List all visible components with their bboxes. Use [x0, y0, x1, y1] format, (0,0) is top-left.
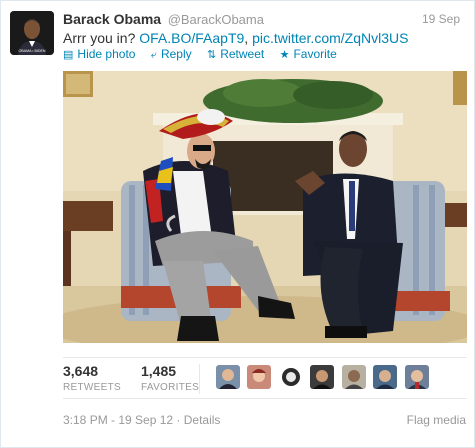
avatar[interactable]: OBAMA • BIDEN [10, 11, 54, 55]
retweeter-avatars [216, 365, 432, 389]
tweet-date[interactable]: 19 Sep [422, 12, 460, 26]
tweet-photo[interactable] [63, 71, 467, 343]
retweet-label: Retweet [220, 47, 265, 61]
hide-photo-label: Hide photo [77, 47, 136, 61]
author-name[interactable]: Barack Obama [63, 11, 161, 27]
favorite-label: Favorite [293, 47, 337, 61]
tweet-link-pic[interactable]: pic.twitter.com/ZqNvl3US [252, 30, 408, 46]
retweeter-avatar[interactable] [310, 365, 335, 389]
retweets-stat[interactable]: 3,648 RETWEETS [63, 363, 121, 393]
engagement-stats: 3,648 RETWEETS 1,485 FAVORITES [63, 357, 467, 399]
footer-separator: · [173, 413, 184, 427]
tweet-footer: 3:18 PM - 19 Sep 12 · Details [63, 413, 220, 427]
tweet-text-separator: , [244, 30, 253, 46]
retweeter-avatar[interactable] [278, 365, 303, 389]
tweet-card: OBAMA • BIDEN Barack Obama @BarackObama … [0, 0, 475, 448]
retweeter-avatar[interactable] [404, 365, 429, 389]
tweet-text-prefix: Arrr you in? [63, 30, 140, 46]
retweeter-avatar[interactable] [373, 365, 398, 389]
hide-photo-button[interactable]: ▤ Hide photo [63, 47, 135, 61]
retweeter-avatar[interactable] [341, 365, 366, 389]
reply-button[interactable]: ⤶ Reply [151, 47, 192, 62]
tweet-header: Barack Obama @BarackObama 19 Sep [63, 11, 468, 29]
details-link[interactable]: Details [184, 413, 221, 427]
retweet-button[interactable]: ⇅ Retweet [207, 47, 264, 61]
tweet-timestamp[interactable]: 3:18 PM - 19 Sep 12 [63, 413, 173, 427]
reply-arrow-icon: ⤶ [150, 49, 157, 61]
flag-media-link[interactable]: Flag media [407, 413, 466, 427]
photo-icon: ▤ [63, 49, 74, 61]
retweets-count: 3,648 [63, 363, 99, 379]
favorites-stat[interactable]: 1,485 FAVORITES [141, 363, 199, 393]
favorites-label: FAVORITES [141, 382, 200, 393]
tweet-link-ofa[interactable]: OFA.BO/FAapT9 [139, 30, 244, 46]
retweets-label: RETWEETS [63, 382, 121, 393]
star-icon: ★ [279, 49, 290, 61]
retweeter-avatar[interactable] [247, 365, 272, 389]
tweet-text: Arrr you in? OFA.BO/FAapT9, pic.twitter.… [63, 30, 408, 46]
favorite-button[interactable]: ★ Favorite [280, 47, 337, 61]
reply-label: Reply [160, 47, 192, 61]
author-handle[interactable]: @BarackObama [168, 12, 264, 27]
avatar-caption: OBAMA • BIDEN [18, 49, 45, 53]
tweet-actions: ▤ Hide photo ⤶ Reply ⇅ Retweet ★ Favorite [63, 47, 349, 62]
retweeter-avatar[interactable] [216, 365, 240, 389]
stats-divider [199, 364, 200, 394]
retweet-icon: ⇅ [207, 49, 217, 61]
favorites-count: 1,485 [141, 363, 177, 379]
